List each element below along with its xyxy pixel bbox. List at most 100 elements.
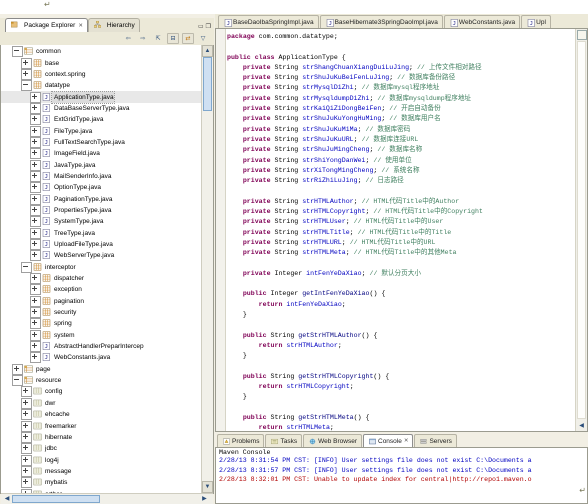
tree-item-pagination[interactable]: pagination bbox=[1, 295, 202, 307]
tree-item-abstracthandlerpreparintercep[interactable]: J AbstractHandlerPreparIntercep bbox=[1, 341, 202, 353]
up-button[interactable]: ⇱ bbox=[152, 33, 164, 44]
tree-item-log4j[interactable]: log4j bbox=[1, 454, 202, 466]
tree-item-page[interactable]: page bbox=[1, 363, 202, 375]
tree-item-base[interactable]: base bbox=[1, 57, 202, 69]
expand-toggle-icon[interactable] bbox=[21, 68, 32, 80]
expand-toggle-icon[interactable] bbox=[30, 239, 41, 251]
tree-item-mailsenderinfo[interactable]: J MailSenderInfo.java bbox=[1, 170, 202, 182]
scroll-left-indicator[interactable]: ◀ bbox=[577, 422, 586, 430]
expand-toggle-icon[interactable] bbox=[21, 420, 32, 432]
tree-item-ehcache[interactable]: ehcache bbox=[1, 409, 202, 421]
collapse-toggle-icon[interactable] bbox=[21, 261, 32, 273]
tree-item-dispatcher[interactable]: dispatcher bbox=[1, 273, 202, 285]
collapse-toggle-icon[interactable] bbox=[12, 375, 23, 387]
collapse-toggle-icon[interactable] bbox=[12, 46, 23, 58]
tree-item-hibernate[interactable]: hibernate bbox=[1, 431, 202, 443]
back-button[interactable]: ⇦ bbox=[122, 33, 134, 44]
expand-toggle-icon[interactable] bbox=[30, 329, 41, 341]
expand-toggle-icon[interactable] bbox=[30, 227, 41, 239]
tree-item-context.spring[interactable]: context.spring bbox=[1, 68, 202, 80]
tree-item-systemtype[interactable]: J SystemType.java bbox=[1, 216, 202, 228]
expand-toggle-icon[interactable] bbox=[30, 284, 41, 296]
expand-toggle-icon[interactable] bbox=[30, 352, 41, 364]
collapse-all-button[interactable]: ⊟ bbox=[167, 33, 179, 44]
editor-tab-basehibernate3springdaoimpl[interactable]: J BaseHibernate3SpringDaoImpl.java bbox=[319, 15, 443, 28]
tree-item-treetype[interactable]: J TreeType.java bbox=[1, 227, 202, 239]
link-with-editor-button[interactable]: ⇄ bbox=[182, 33, 194, 44]
editor-tab-upl[interactable]: J Upl bbox=[521, 15, 551, 28]
expand-toggle-icon[interactable] bbox=[30, 193, 41, 205]
tree-item-webconstants[interactable]: J WebConstants.java bbox=[1, 352, 202, 364]
expand-toggle-icon[interactable] bbox=[30, 216, 41, 228]
tree-item-security[interactable]: security bbox=[1, 307, 202, 319]
tree-item-system[interactable]: system bbox=[1, 329, 202, 341]
expand-toggle-icon[interactable] bbox=[30, 136, 41, 148]
bottom-tab-servers[interactable]: Servers bbox=[414, 434, 457, 447]
tree-item-exception[interactable]: exception bbox=[1, 284, 202, 296]
maximize-button[interactable]: ❐ bbox=[206, 23, 211, 30]
expand-toggle-icon[interactable] bbox=[30, 318, 41, 330]
tree-item-freemarker[interactable]: freemarker bbox=[1, 420, 202, 432]
expand-toggle-icon[interactable] bbox=[12, 363, 23, 375]
bottom-tab-problems[interactable]: Problems bbox=[217, 434, 265, 447]
minimize-button[interactable]: ▭ bbox=[198, 23, 204, 30]
expand-toggle-icon[interactable] bbox=[30, 148, 41, 160]
forward-button[interactable]: ⇨ bbox=[137, 33, 149, 44]
expand-toggle-icon[interactable] bbox=[30, 250, 41, 262]
tree-item-uploadfiletype[interactable]: J UploadFileType.java bbox=[1, 239, 202, 251]
tree-item-applicationtype[interactable]: J ApplicationType.java bbox=[1, 90, 202, 104]
collapse-toggle-icon[interactable] bbox=[21, 80, 32, 92]
expand-toggle-icon[interactable] bbox=[30, 91, 41, 103]
expand-toggle-icon[interactable] bbox=[21, 443, 32, 455]
tree-item-webservertype[interactable]: J WebServerType.java bbox=[1, 250, 202, 262]
expand-toggle-icon[interactable] bbox=[21, 409, 32, 421]
expand-toggle-icon[interactable] bbox=[21, 431, 32, 443]
tree-item-imagefield[interactable]: J ImageField.java bbox=[1, 148, 202, 160]
expand-toggle-icon[interactable] bbox=[30, 102, 41, 114]
tree-item-datatype[interactable]: datatype bbox=[1, 80, 202, 92]
tree-item-mybatis[interactable]: mybatis bbox=[1, 477, 202, 489]
expand-toggle-icon[interactable] bbox=[30, 125, 41, 137]
bottom-tab-console[interactable]: Console ✕ bbox=[363, 434, 414, 447]
expand-toggle-icon[interactable] bbox=[21, 397, 32, 409]
scrollbar-thumb[interactable] bbox=[12, 495, 100, 503]
scroll-down-button[interactable]: ▼ bbox=[202, 481, 213, 493]
expand-toggle-icon[interactable] bbox=[30, 273, 41, 285]
bottom-tab-web-browser[interactable]: Web Browser bbox=[303, 434, 362, 447]
expand-toggle-icon[interactable] bbox=[30, 170, 41, 182]
tree-item-config[interactable]: config bbox=[1, 386, 202, 398]
tree-item-message[interactable]: message bbox=[1, 465, 202, 477]
tree-item-fulltextsearchtype[interactable]: J FullTextSearchType.java bbox=[1, 136, 202, 148]
editor-tab-basedaoibaspringimpl[interactable]: J BaseDaoIbaSpringImpl.java bbox=[218, 15, 319, 28]
tab-package-explorer[interactable]: Package Explorer ✕ bbox=[5, 18, 88, 32]
tree-item-common[interactable]: common bbox=[1, 46, 202, 58]
tree-item-databaseservertype[interactable]: J DataBaseServerType.java bbox=[1, 102, 202, 114]
editor-overview-ruler[interactable]: ◀ bbox=[575, 29, 587, 431]
expand-toggle-icon[interactable] bbox=[21, 454, 32, 466]
expand-toggle-icon[interactable] bbox=[30, 114, 41, 126]
tree-vertical-scrollbar[interactable]: ▲ ▼ bbox=[201, 45, 213, 493]
tree-item-extgridtype[interactable]: J ExtGridType.java bbox=[1, 114, 202, 126]
expand-toggle-icon[interactable] bbox=[30, 204, 41, 216]
tab-hierarchy[interactable]: Hierarchy bbox=[87, 18, 140, 32]
editor-tab-webconstants[interactable]: J WebConstants.java bbox=[443, 15, 521, 28]
tree-item-interceptor[interactable]: interceptor bbox=[1, 261, 202, 273]
expand-toggle-icon[interactable] bbox=[21, 465, 32, 477]
editor-code[interactable]: package com.common.datatype; public clas… bbox=[227, 29, 575, 431]
package-explorer-tree[interactable]: common base context.spring datatype J Applica… bbox=[0, 45, 214, 494]
tree-item-javatype[interactable]: J JavaType.java bbox=[1, 159, 202, 171]
expand-toggle-icon[interactable] bbox=[21, 477, 32, 489]
console-body[interactable]: Maven Console 2/28/13 8:31:54 PM CST: [I… bbox=[215, 447, 588, 504]
expand-toggle-icon[interactable] bbox=[30, 341, 41, 353]
tree-horizontal-scrollbar[interactable]: ◀ ▶ bbox=[1, 493, 213, 504]
tree-item-paginationtype[interactable]: J PaginationType.java bbox=[1, 193, 202, 205]
tree-item-filetype[interactable]: J FileType.java bbox=[1, 125, 202, 137]
close-icon[interactable]: ✕ bbox=[404, 438, 409, 444]
tree-item-jdbc[interactable]: jdbc bbox=[1, 443, 202, 455]
bottom-tab-tasks[interactable]: Tasks bbox=[265, 434, 303, 447]
tree-item-resource[interactable]: resource bbox=[1, 375, 202, 387]
tree-item-spring[interactable]: spring bbox=[1, 318, 202, 330]
tree-item-optiontype[interactable]: J OptionType.java bbox=[1, 182, 202, 194]
scrollbar-thumb[interactable] bbox=[203, 57, 212, 111]
scroll-up-button[interactable]: ▲ bbox=[202, 45, 213, 57]
